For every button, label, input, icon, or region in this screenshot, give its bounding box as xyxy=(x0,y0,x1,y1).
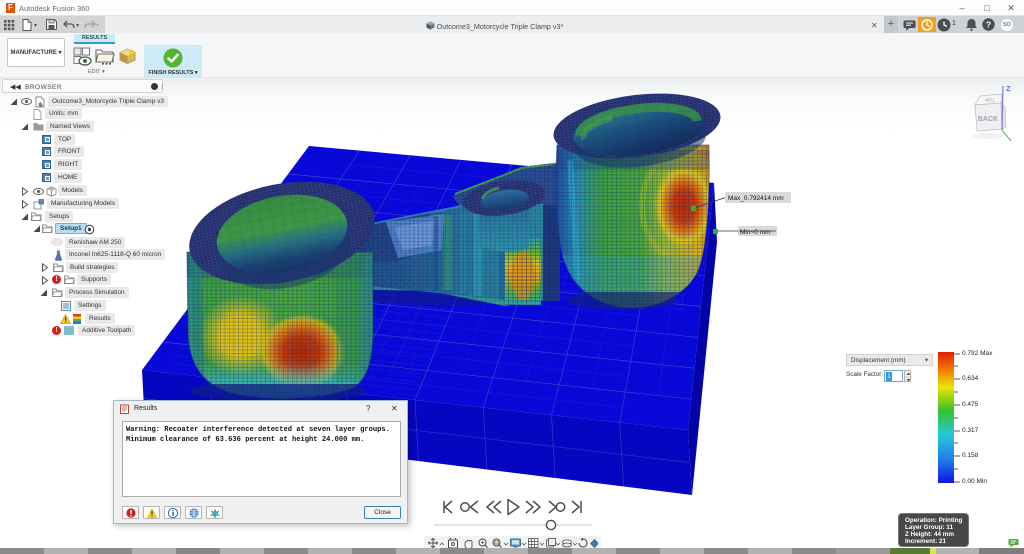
svg-text:Z: Z xyxy=(1006,84,1011,93)
svg-text:Min~0 mm: Min~0 mm xyxy=(740,229,771,236)
svg-text:TOP: TOP xyxy=(984,96,995,103)
svg-text:BACK: BACK xyxy=(978,116,998,123)
svg-text:Max_0.792414 mm: Max_0.792414 mm xyxy=(728,195,784,202)
svg-text:?: ? xyxy=(986,20,991,30)
